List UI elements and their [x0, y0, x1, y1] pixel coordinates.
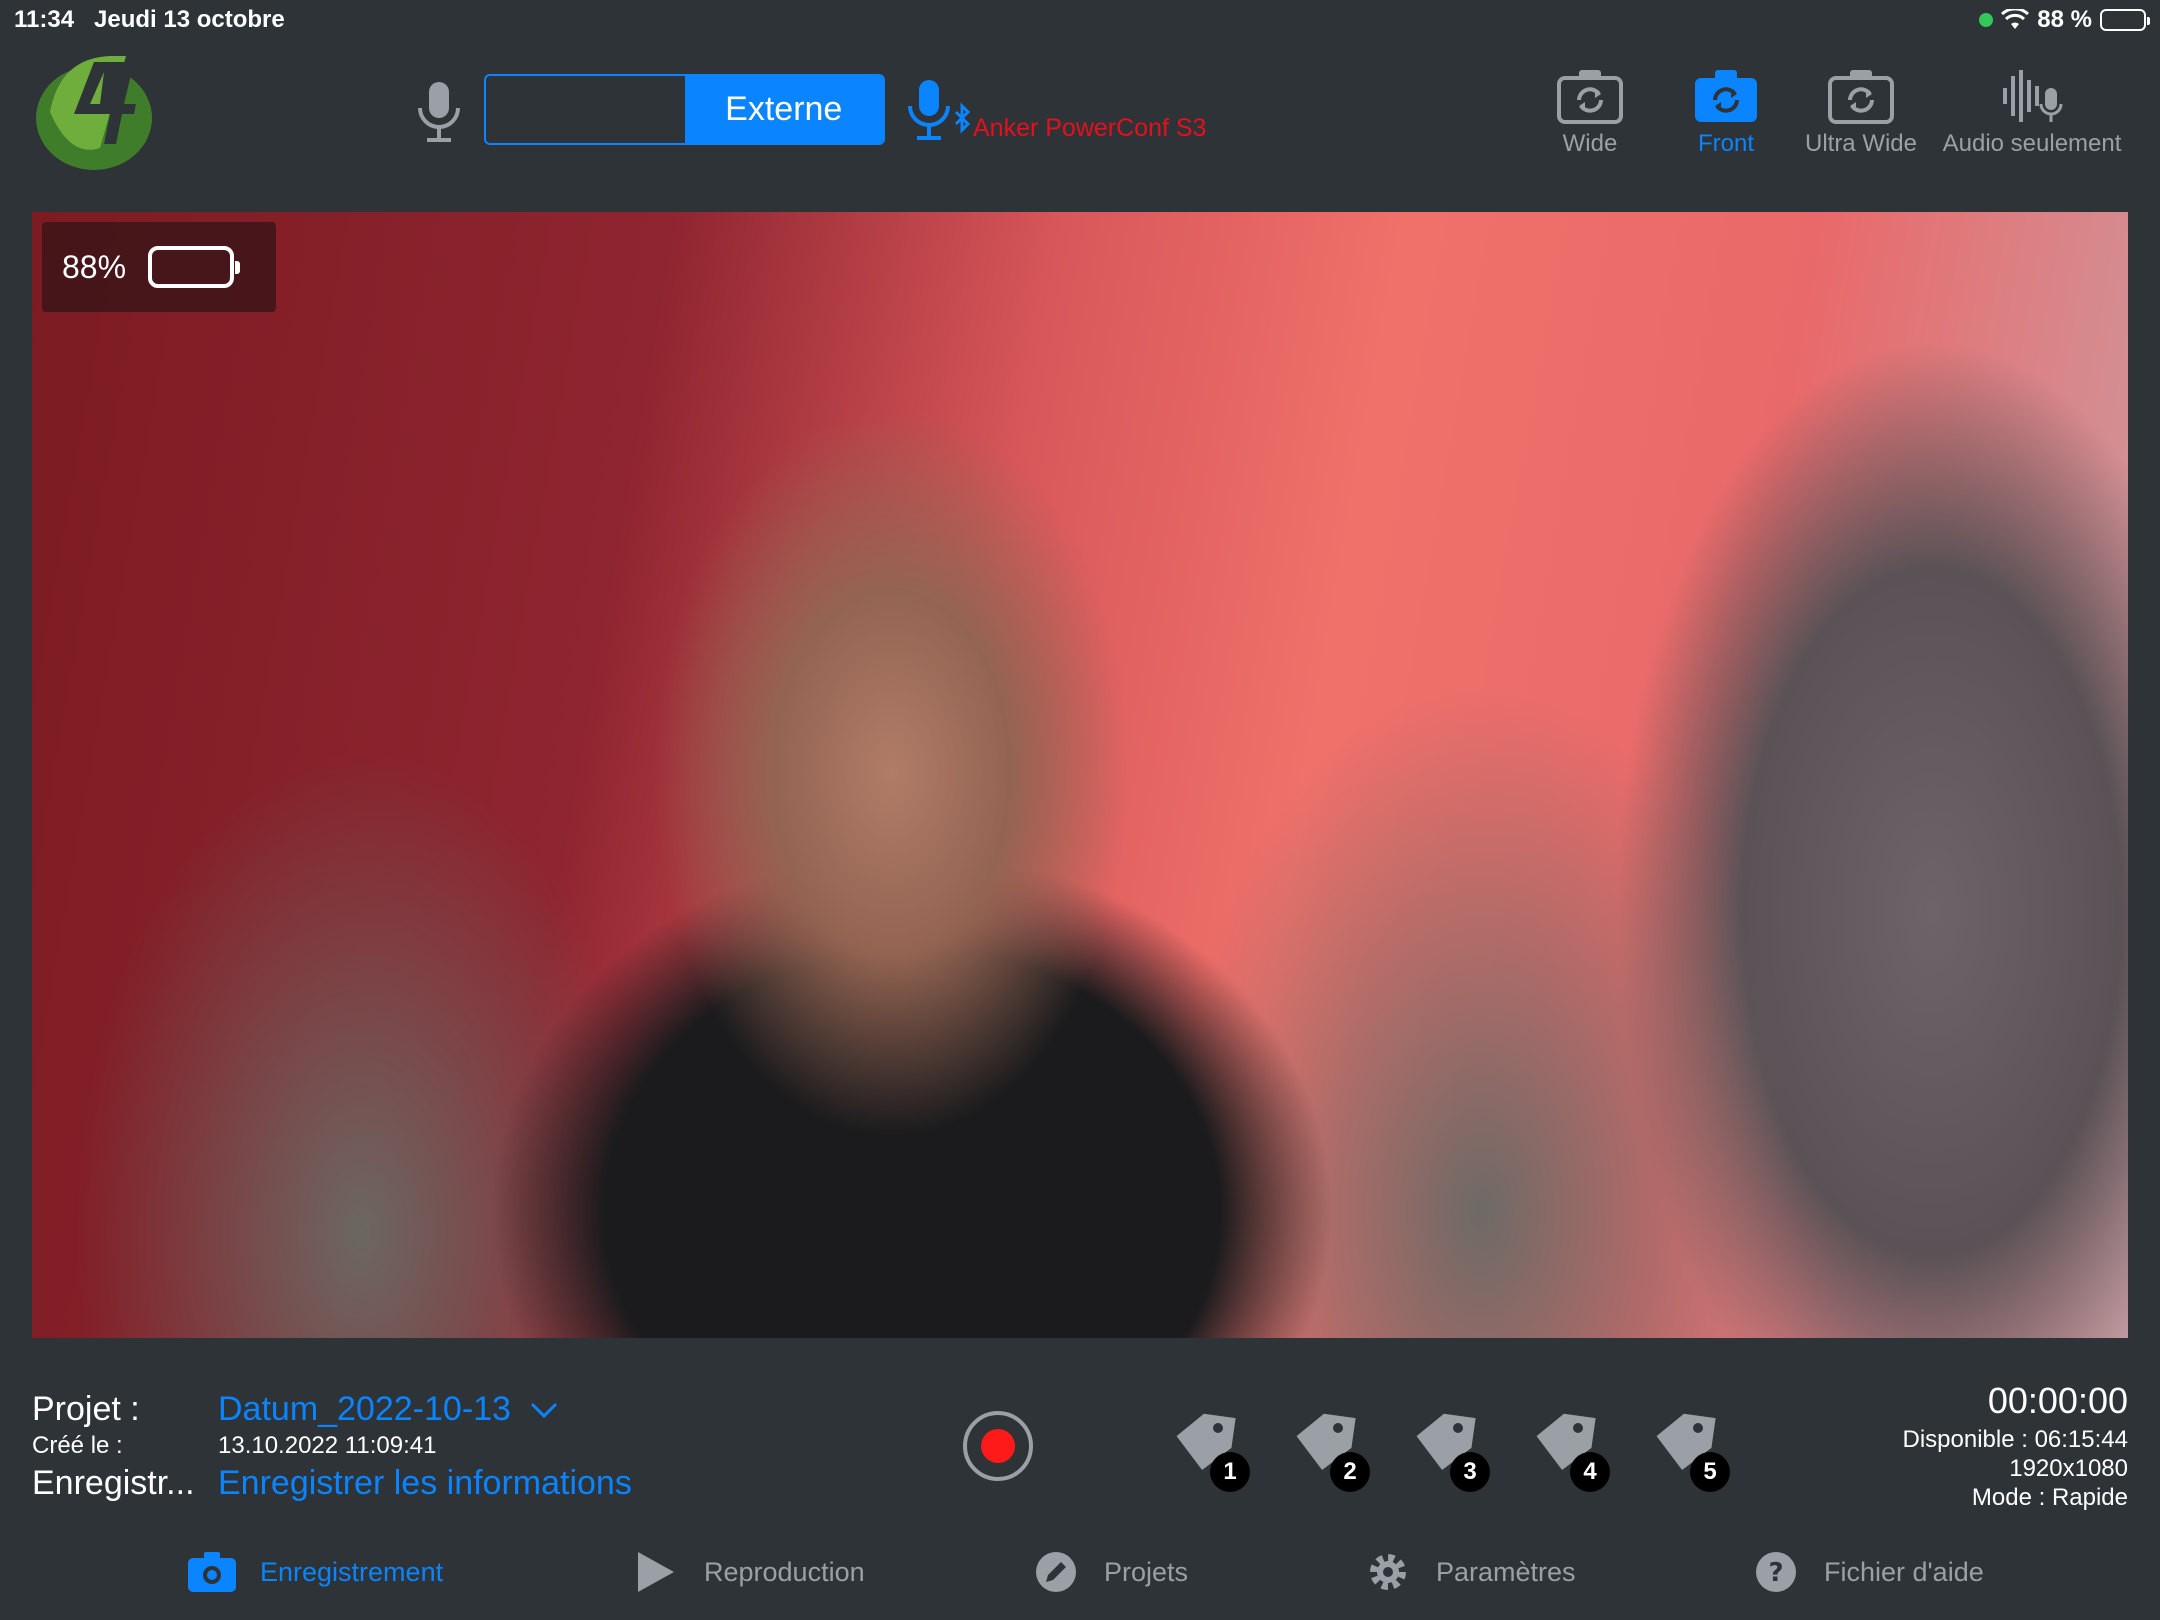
- camera-wide-button[interactable]: Wide: [1540, 66, 1640, 158]
- record-button[interactable]: [963, 1411, 1033, 1481]
- created-value: 13.10.2022 11:09:41: [218, 1432, 437, 1459]
- camera-preview[interactable]: [32, 212, 2128, 1338]
- tab-settings-label: Paramètres: [1436, 1556, 1576, 1587]
- tab-help-label: Fichier d'aide: [1824, 1556, 1984, 1587]
- tag-button-5[interactable]: 5: [1652, 1410, 1732, 1492]
- tab-help[interactable]: ? Fichier d'aide: [1750, 1550, 1984, 1594]
- record-info-label: Enregistr...: [32, 1464, 195, 1502]
- record-dot-icon: [981, 1429, 1015, 1463]
- tab-projects-label: Projets: [1104, 1556, 1189, 1587]
- camera-ultra-wide-label: Ultra Wide: [1804, 130, 1918, 157]
- created-label: Créé le :: [32, 1432, 123, 1459]
- chevron-down-icon: [530, 1402, 558, 1418]
- audio-waveform-mic-icon: [2003, 70, 2063, 122]
- project-name: Datum_2022-10-13: [218, 1390, 511, 1428]
- tab-projects[interactable]: Projets: [1030, 1550, 1188, 1594]
- internal-microphone-icon[interactable]: [412, 80, 466, 144]
- status-time: 11:34: [14, 6, 75, 33]
- camera-icon: [188, 1552, 236, 1592]
- tag-number: 1: [1210, 1452, 1250, 1492]
- resolution: 1920x1080: [2009, 1455, 2128, 1482]
- audio-source-selector: Externe: [484, 74, 885, 145]
- privacy-indicator-icon: [1979, 13, 1994, 27]
- status-battery-icon: [2100, 9, 2150, 31]
- play-icon: [638, 1552, 674, 1592]
- project-selector[interactable]: Datum_2022-10-13: [218, 1390, 559, 1429]
- audio-only-label: Audio seulement: [1942, 130, 2122, 157]
- available-time: Disponible : 06:15:44: [1902, 1426, 2129, 1453]
- camera-ultra-wide-button[interactable]: Ultra Wide: [1796, 66, 1926, 158]
- tag-button-4[interactable]: 4: [1532, 1410, 1612, 1492]
- record-info-link[interactable]: Enregistrer les informations: [218, 1464, 632, 1503]
- pencil-icon: [1036, 1552, 1076, 1592]
- tag-button-1[interactable]: 1: [1172, 1410, 1252, 1492]
- tag-button-3[interactable]: 3: [1412, 1410, 1492, 1492]
- tag-number: 2: [1330, 1452, 1370, 1492]
- preview-battery-percent: 88%: [62, 248, 127, 285]
- camera-wide-label: Wide: [1562, 130, 1618, 157]
- tab-playback[interactable]: Reproduction: [630, 1550, 865, 1594]
- tag-button-2[interactable]: 2: [1292, 1410, 1372, 1492]
- help-icon: ?: [1756, 1552, 1796, 1592]
- gear-icon: [1370, 1554, 1406, 1590]
- wifi-icon: [2001, 9, 2030, 29]
- audio-source-internal-option[interactable]: [486, 76, 685, 143]
- status-battery-text: 88 %: [2037, 6, 2092, 33]
- recording-mode: Mode : Rapide: [1971, 1484, 2128, 1511]
- preview-battery-icon: [148, 246, 241, 288]
- external-bluetooth-microphone-icon[interactable]: [902, 78, 976, 146]
- tab-recording[interactable]: Enregistrement: [186, 1550, 443, 1594]
- camera-rotate-icon: [1695, 70, 1757, 122]
- tag-number: 5: [1690, 1452, 1730, 1492]
- tab-recording-label: Enregistrement: [260, 1556, 444, 1587]
- camera-front-button[interactable]: Front: [1676, 66, 1776, 158]
- tag-number: 3: [1450, 1452, 1490, 1492]
- audio-only-button[interactable]: Audio seulement: [1932, 66, 2132, 158]
- svg-text:?: ?: [1768, 1558, 1783, 1588]
- status-indicators: 88 %: [1979, 4, 2150, 36]
- preview-battery-overlay: 88%: [42, 222, 276, 312]
- external-device-name: Anker PowerConf S3: [973, 114, 1207, 142]
- tab-playback-label: Reproduction: [704, 1556, 865, 1587]
- tab-settings[interactable]: Paramètres: [1362, 1550, 1576, 1594]
- camera-rotate-icon: [1828, 70, 1894, 124]
- app-logo: [36, 56, 152, 170]
- project-label: Projet :: [32, 1390, 140, 1428]
- tag-number: 4: [1570, 1452, 1610, 1492]
- camera-rotate-icon: [1557, 70, 1623, 124]
- camera-front-label: Front: [1697, 130, 1754, 157]
- status-date: Jeudi 13 octobre: [94, 6, 285, 33]
- audio-source-external-option[interactable]: Externe: [684, 76, 883, 143]
- recording-timer: 00:00:00: [1987, 1380, 2128, 1421]
